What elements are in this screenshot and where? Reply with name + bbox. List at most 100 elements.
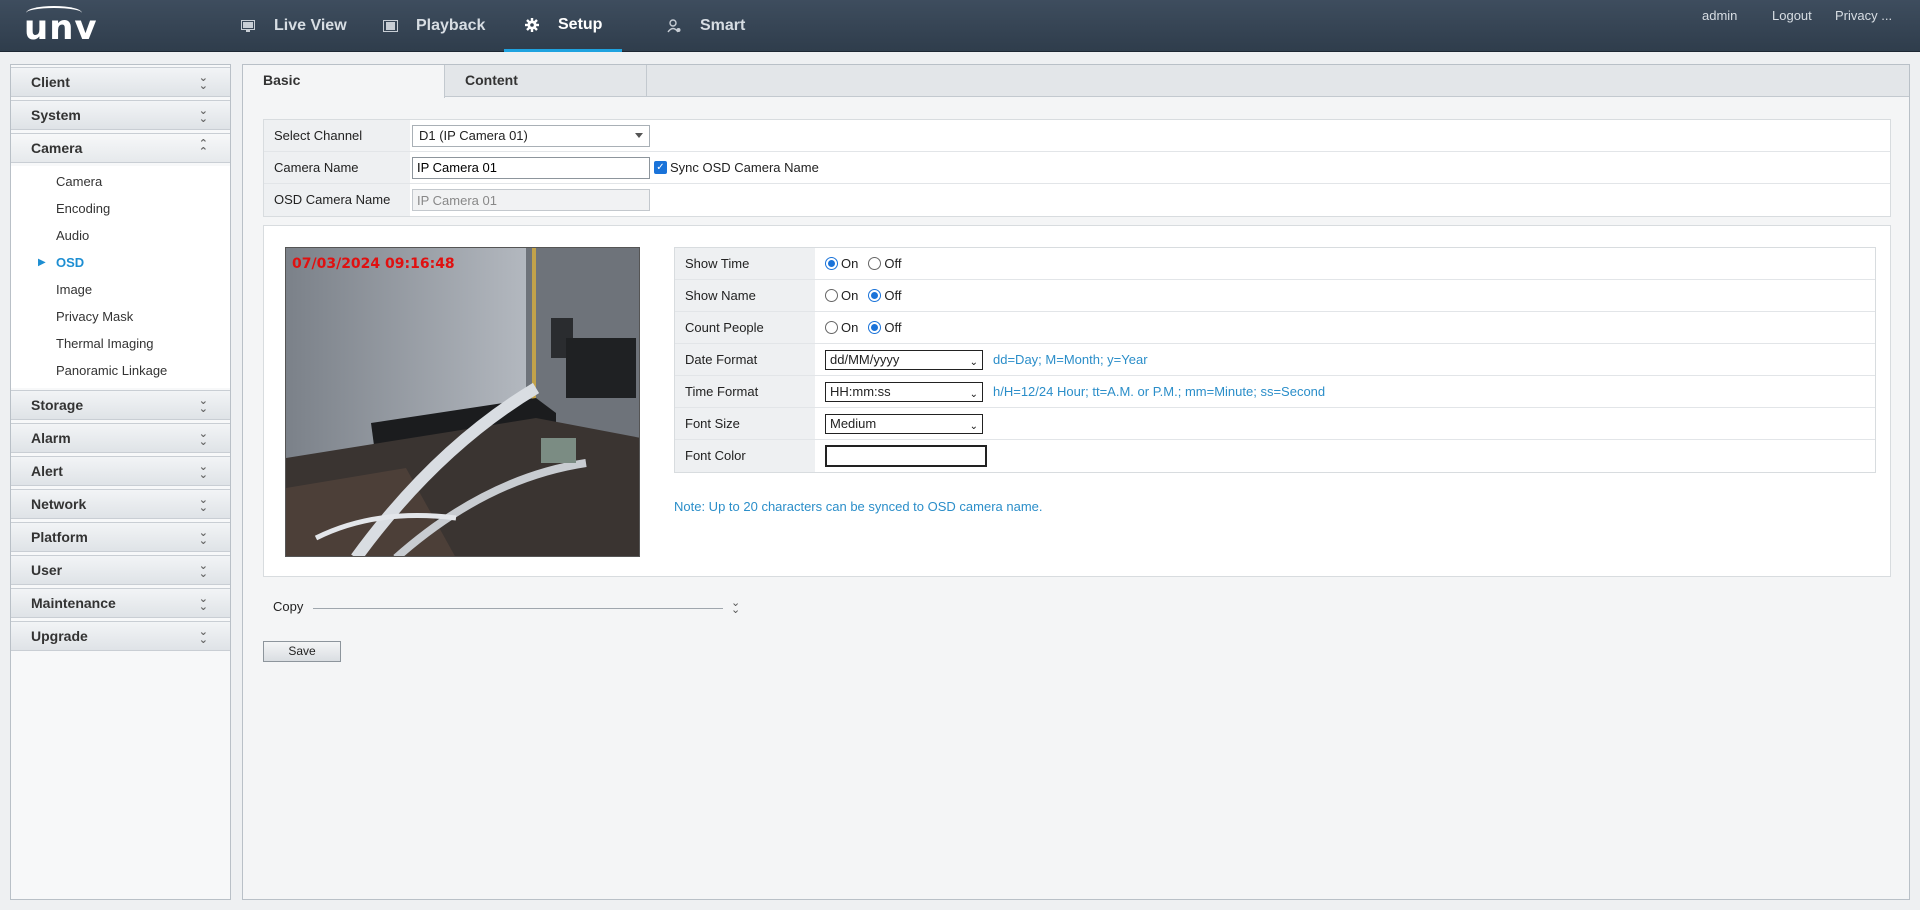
nav-setup-label: Setup: [558, 15, 603, 33]
copy-section: Copy ⌄ ⌄: [273, 598, 743, 619]
osd-camera-name-label: OSD Camera Name: [264, 184, 410, 216]
nav-smart-label: Smart: [700, 17, 746, 34]
chevron-down-icon: ⌄ ⌄: [198, 72, 208, 92]
show-name-label: Show Name: [675, 280, 815, 311]
menu-alert[interactable]: Alert ⌄ ⌄: [11, 456, 230, 486]
time-format-hint: h/H=12/24 Hour; tt=A.M. or P.M.; mm=Minu…: [993, 384, 1326, 399]
count-people-label: Count People: [675, 312, 815, 343]
expand-copy-icon[interactable]: ⌄ ⌄: [731, 598, 740, 616]
font-color-row: Font Color: [675, 440, 1875, 472]
show-time-row: Show Time On Off: [675, 248, 1875, 280]
show-time-off-radio[interactable]: [868, 257, 882, 270]
chevron-down-icon: ⌄ ⌄: [198, 560, 208, 580]
font-size-select[interactable]: Medium ⌄: [825, 413, 983, 434]
main-panel: Basic Content Select Channel D1 (IP Came…: [242, 64, 1910, 900]
nav-playback[interactable]: Playback: [382, 0, 485, 52]
chevron-up-icon: ⌃ ⌃: [198, 138, 208, 158]
osd-settings-box: 07/03/2024 09:16:48 Show Time On Off Sho…: [263, 225, 1891, 577]
nav-playback-label: Playback: [416, 17, 486, 34]
preview-image: [286, 248, 639, 556]
logout-link[interactable]: Logout: [1772, 8, 1812, 23]
menu-user[interactable]: User ⌄ ⌄: [11, 555, 230, 585]
osd-overlay-text: 07/03/2024 09:16:48: [292, 256, 455, 272]
chevron-down-icon: ⌄: [969, 356, 978, 368]
font-color-picker[interactable]: [825, 445, 987, 467]
osd-overlay-date: 07/03/2024: [292, 256, 381, 272]
count-people-off-label: Off: [884, 320, 902, 335]
show-name-on-radio[interactable]: [825, 289, 838, 302]
sidebar-item-thermal-imaging[interactable]: Thermal Imaging: [11, 330, 230, 357]
menu-camera[interactable]: Camera ⌃ ⌃: [11, 133, 230, 163]
sidebar-item-osd[interactable]: ▶ OSD: [11, 249, 230, 276]
show-name-row: Show Name On Off: [675, 280, 1875, 312]
menu-maintenance[interactable]: Maintenance ⌄ ⌄: [11, 588, 230, 618]
time-format-row: Time Format HH:mm:ss ⌄ h/H=12/24 Hour; t…: [675, 376, 1875, 408]
menu-alarm[interactable]: Alarm ⌄ ⌄: [11, 423, 230, 453]
smart-person-icon: [666, 18, 682, 34]
show-time-off-label: Off: [884, 256, 902, 271]
menu-client[interactable]: Client ⌄ ⌄: [11, 67, 230, 97]
dropdown-arrow-icon: [635, 132, 643, 138]
menu-alarm-label: Alarm: [31, 430, 71, 446]
menu-storage-label: Storage: [31, 397, 84, 413]
sidebar-item-encoding[interactable]: Encoding: [11, 195, 230, 222]
camera-name-row: Camera Name ✓ Sync OSD Camera Name: [264, 152, 1890, 184]
sync-osd-label: Sync OSD Camera Name: [670, 160, 819, 175]
show-name-off-radio[interactable]: [868, 289, 882, 302]
chevron-down-icon: ⌄ ⌄: [198, 527, 208, 547]
camera-submenu: Camera Encoding Audio ▶ OSD Image Privac…: [11, 166, 230, 388]
chevron-down-icon: ⌄ ⌄: [198, 626, 208, 646]
user-name[interactable]: admin: [1702, 8, 1737, 23]
monitor-icon: [240, 18, 256, 34]
osd-camera-name-input: [412, 189, 650, 211]
chevron-down-icon: ⌄ ⌄: [198, 461, 208, 481]
sync-osd-checkbox[interactable]: ✓: [654, 161, 667, 174]
privacy-link[interactable]: Privacy ...: [1835, 8, 1892, 23]
menu-platform[interactable]: Platform ⌄ ⌄: [11, 522, 230, 552]
chevron-down-icon: ⌄ ⌄: [198, 494, 208, 514]
tab-basic[interactable]: Basic: [243, 65, 445, 98]
sidebar-item-image[interactable]: Image: [11, 276, 230, 303]
nav-live-view[interactable]: Live View: [240, 0, 347, 52]
show-time-on-radio[interactable]: [825, 257, 838, 270]
caret-right-icon: ▶: [38, 257, 46, 268]
nav-live-view-label: Live View: [274, 17, 347, 34]
select-channel-label: Select Channel: [264, 120, 410, 151]
font-size-value: Medium: [830, 415, 877, 431]
menu-system-label: System: [31, 107, 81, 123]
nav-setup[interactable]: Setup: [504, 0, 623, 52]
save-button[interactable]: Save: [263, 641, 341, 662]
chevron-down-icon: ⌄ ⌄: [198, 428, 208, 448]
count-people-on-radio[interactable]: [825, 321, 838, 334]
camera-preview[interactable]: 07/03/2024 09:16:48: [285, 247, 640, 557]
menu-upgrade[interactable]: Upgrade ⌄ ⌄: [11, 621, 230, 651]
copy-label: Copy: [273, 599, 304, 614]
menu-network[interactable]: Network ⌄ ⌄: [11, 489, 230, 519]
osd-options-table: Show Time On Off Show Name On Off Count …: [674, 247, 1876, 473]
sidebar-item-audio[interactable]: Audio: [11, 222, 230, 249]
menu-storage[interactable]: Storage ⌄ ⌄: [11, 390, 230, 420]
menu-camera-label: Camera: [31, 140, 83, 156]
time-format-select[interactable]: HH:mm:ss ⌄: [825, 381, 983, 402]
nav-smart[interactable]: Smart: [666, 0, 745, 52]
sidebar-item-panoramic-linkage[interactable]: Panoramic Linkage: [11, 357, 230, 384]
show-name-on-label: On: [841, 288, 859, 303]
select-channel-dropdown[interactable]: D1 (IP Camera 01): [412, 124, 650, 147]
sidebar-item-camera[interactable]: Camera: [11, 168, 230, 195]
date-format-row: Date Format dd/MM/yyyy ⌄ dd=Day; M=Month…: [675, 344, 1875, 376]
menu-system[interactable]: System ⌄ ⌄: [11, 100, 230, 130]
tab-content[interactable]: Content: [445, 65, 647, 97]
camera-name-input[interactable]: [412, 156, 650, 179]
time-format-value: HH:mm:ss: [830, 383, 891, 399]
top-navigation-bar: unv Live View Playback Setup Smart admin…: [0, 0, 1920, 52]
date-format-select[interactable]: dd/MM/yyyy ⌄: [825, 349, 983, 370]
osd-camera-name-row: OSD Camera Name: [264, 184, 1890, 216]
settings-sidebar: Client ⌄ ⌄ System ⌄ ⌄ Camera ⌃ ⌃ Camera Enc…: [10, 64, 231, 900]
menu-alert-label: Alert: [31, 463, 63, 479]
tab-bar: Basic Content: [243, 65, 1909, 98]
count-people-off-radio[interactable]: [868, 321, 882, 334]
sidebar-item-privacy-mask[interactable]: Privacy Mask: [11, 303, 230, 330]
sidebar-item-osd-label: OSD: [56, 255, 85, 270]
menu-user-label: User: [31, 562, 63, 578]
chevron-down-icon: ⌄ ⌄: [198, 395, 208, 415]
